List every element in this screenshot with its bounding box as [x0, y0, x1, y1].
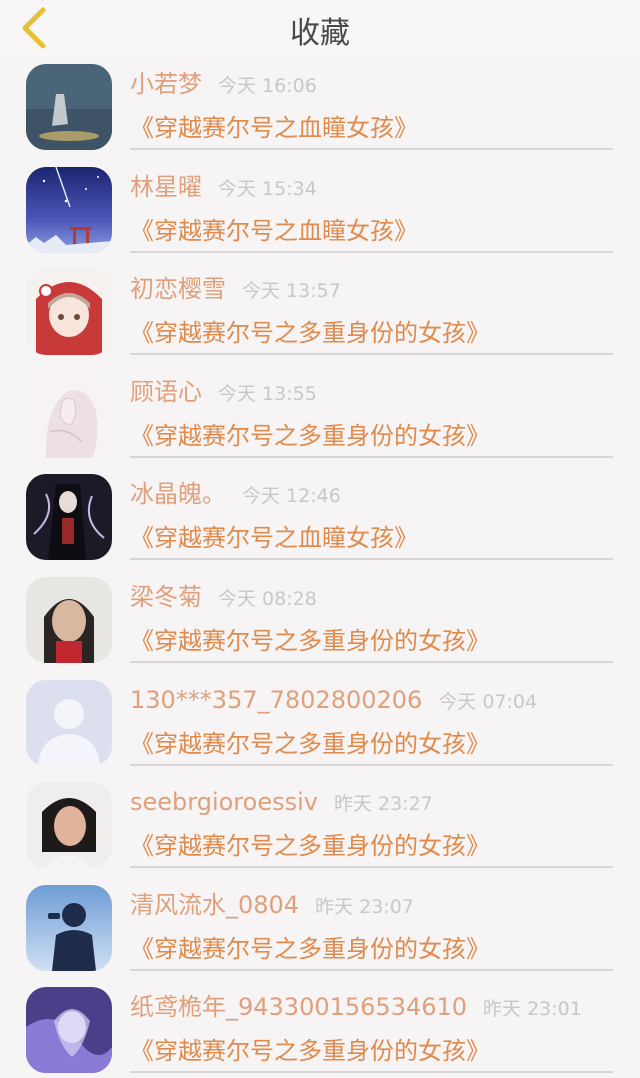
- list-item[interactable]: seebrgioroessiv 昨天 23:27 《穿越赛尔号之多重身份的女孩》: [0, 774, 640, 877]
- sketch-girl-avatar[interactable]: [26, 371, 112, 458]
- book-title[interactable]: 《穿越赛尔号之血瞳女孩》: [130, 112, 418, 144]
- book-title[interactable]: 《穿越赛尔号之多重身份的女孩》: [130, 1035, 490, 1067]
- book-title[interactable]: 《穿越赛尔号之多重身份的女孩》: [130, 830, 490, 862]
- timestamp: 今天 15:34: [218, 177, 317, 200]
- list-item[interactable]: 冰晶魄。 今天 12:46 《穿越赛尔号之血瞳女孩》: [0, 466, 640, 569]
- book-title[interactable]: 《穿越赛尔号之血瞳女孩》: [130, 215, 418, 247]
- anime-girl-avatar[interactable]: [26, 269, 112, 356]
- default-user-avatar[interactable]: [26, 679, 112, 766]
- user-name[interactable]: 纸鸢桅年_943300156534610: [130, 993, 467, 1021]
- divider: [130, 1071, 613, 1074]
- book-title[interactable]: 《穿越赛尔号之多重身份的女孩》: [130, 933, 490, 965]
- divider: [130, 558, 613, 561]
- user-name[interactable]: 清风流水_0804: [130, 891, 299, 919]
- list-item[interactable]: 纸鸢桅年_943300156534610 昨天 23:01 《穿越赛尔号之多重身份…: [0, 979, 640, 1078]
- photo-person-avatar[interactable]: [26, 576, 112, 663]
- timestamp: 昨天 23:27: [333, 793, 433, 816]
- user-name[interactable]: 梁冬菊: [130, 583, 202, 611]
- timestamp: 昨天 23:07: [315, 895, 414, 918]
- user-name[interactable]: 林星曜: [130, 173, 202, 201]
- divider: [130, 968, 613, 971]
- timestamp: 今天 16:06: [218, 75, 317, 97]
- favorites-list: 小若梦 今天 16:06 《穿越赛尔号之血瞳女孩》 林星曜 今天 15:34 《穿越…: [0, 56, 640, 1078]
- divider: [130, 148, 613, 150]
- timestamp: 今天 12:46: [242, 485, 341, 508]
- timestamp: 今天 13:55: [218, 382, 317, 405]
- user-name[interactable]: 小若梦: [130, 70, 202, 98]
- divider: [130, 250, 613, 253]
- book-title[interactable]: 《穿越赛尔号之多重身份的女孩》: [130, 420, 490, 452]
- navigation-bar: 收藏: [0, 0, 640, 56]
- user-name[interactable]: 130***357_7802800206: [130, 686, 422, 714]
- book-title[interactable]: 《穿越赛尔号之多重身份的女孩》: [130, 625, 490, 657]
- page-title: 收藏: [290, 16, 350, 51]
- divider: [130, 866, 613, 869]
- list-item[interactable]: 梁冬菊 今天 08:28 《穿越赛尔号之多重身份的女孩》: [0, 569, 640, 672]
- book-title[interactable]: 《穿越赛尔号之多重身份的女孩》: [130, 728, 490, 760]
- moon-girl-avatar[interactable]: [26, 64, 112, 150]
- list-item[interactable]: 小若梦 今天 16:06 《穿越赛尔号之血瞳女孩》: [0, 56, 640, 159]
- user-name[interactable]: 冰晶魄。: [130, 480, 226, 508]
- favorites-page: 收藏 小若梦 今天 16:06 《穿越赛尔号之血瞳女孩》 林星曜 今天 15:3…: [0, 0, 640, 1078]
- list-item[interactable]: 顾语心 今天 13:55 《穿越赛尔号之多重身份的女孩》: [0, 364, 640, 467]
- silhouette-avatar[interactable]: [26, 884, 112, 971]
- list-item[interactable]: 林星曜 今天 15:34 《穿越赛尔号之血瞳女孩》: [0, 159, 640, 262]
- dark-fantasy-avatar[interactable]: [26, 474, 112, 561]
- timestamp: 今天 13:57: [242, 280, 341, 303]
- divider: [130, 455, 613, 458]
- divider: [130, 353, 613, 356]
- divider: [130, 660, 613, 663]
- timestamp: 昨天 23:01: [483, 998, 582, 1021]
- night-sky-avatar[interactable]: [26, 166, 112, 253]
- timestamp: 今天 07:04: [438, 690, 538, 713]
- divider: [130, 763, 613, 766]
- user-name[interactable]: 初恋樱雪: [130, 275, 226, 303]
- list-item[interactable]: 清风流水_0804 昨天 23:07 《穿越赛尔号之多重身份的女孩》: [0, 877, 640, 980]
- user-name[interactable]: 顾语心: [130, 378, 202, 406]
- photo-person-avatar[interactable]: [26, 782, 112, 869]
- list-item[interactable]: 130***357_7802800206 今天 07:04 《穿越赛尔号之多重身份…: [0, 672, 640, 775]
- timestamp: 今天 08:28: [218, 587, 317, 610]
- book-title[interactable]: 《穿越赛尔号之多重身份的女孩》: [130, 317, 490, 349]
- purple-anime-avatar[interactable]: [26, 987, 112, 1074]
- user-name[interactable]: seebrgioroessiv: [130, 788, 318, 816]
- book-title[interactable]: 《穿越赛尔号之血瞳女孩》: [130, 522, 418, 554]
- list-item[interactable]: 初恋樱雪 今天 13:57 《穿越赛尔号之多重身份的女孩》: [0, 261, 640, 364]
